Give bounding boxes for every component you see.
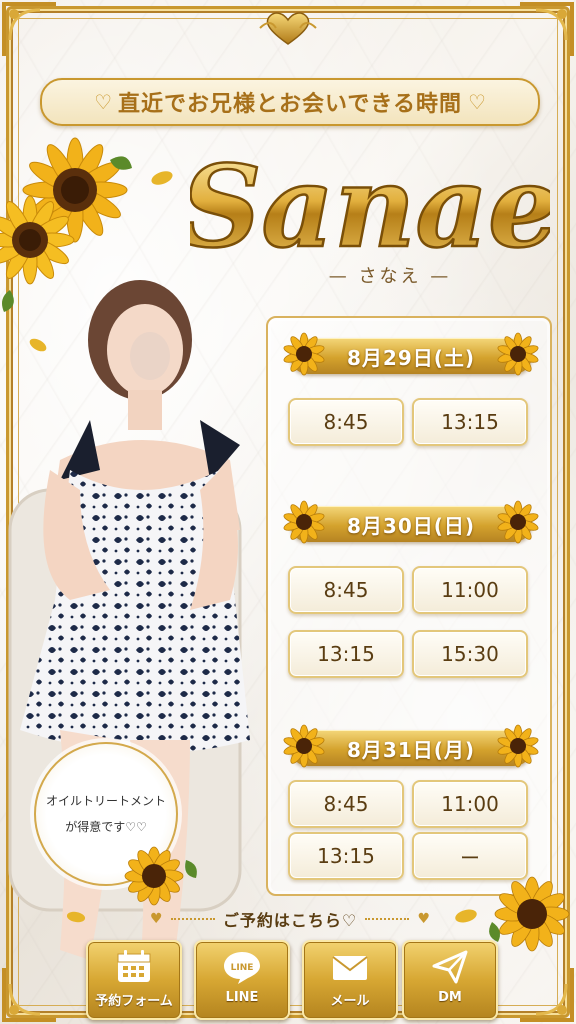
name-kana-text: さなえ: [358, 266, 422, 287]
time-slot[interactable]: 8:45: [288, 566, 404, 614]
date-label: 8月31日(月): [346, 737, 476, 762]
time-slot[interactable]: 11:00: [412, 566, 528, 614]
corner-ornament-icon: [520, 968, 574, 1022]
reserve-label: ご予約はこちら♡: [222, 911, 358, 930]
date-header: 8月30日(日): [283, 500, 539, 544]
sunflower-icon: [283, 332, 325, 376]
button-label: 予約フォーム: [95, 994, 173, 1009]
corner-ornament-icon: [520, 2, 574, 56]
time-slot[interactable]: 15:30: [412, 630, 528, 678]
svg-text:LINE: LINE: [231, 963, 254, 973]
sunflower-icon: [497, 500, 539, 544]
heart-icon: ♡: [467, 90, 486, 114]
heart-icon: ♥: [150, 911, 163, 927]
time-slot[interactable]: 13:15: [288, 630, 404, 678]
reservation-form-button[interactable]: 予約フォーム: [86, 940, 182, 1020]
time-slot[interactable]: 11:00: [412, 780, 528, 828]
date-label: 8月30日(日): [346, 513, 476, 538]
button-label: LINE: [225, 990, 259, 1005]
name-kana: — さなえ —: [328, 266, 452, 287]
sunflower-icon: [497, 332, 539, 376]
date-header: 8月29日(土): [283, 332, 539, 376]
petal-icon: [455, 909, 477, 923]
sunflower-icon: [124, 846, 197, 906]
mail-button[interactable]: メール: [302, 940, 398, 1020]
petal-icon: [66, 911, 86, 923]
sunflower-icon: [283, 724, 325, 768]
time-slot[interactable]: 13:15: [288, 832, 404, 880]
dm-button[interactable]: DM: [402, 940, 498, 1020]
button-label: メール: [330, 994, 370, 1009]
heart-icon: ♡: [94, 90, 113, 114]
name-title: Sanae: [190, 141, 550, 268]
line-button[interactable]: LINE LINE: [194, 940, 290, 1020]
time-slot[interactable]: 13:15: [412, 398, 528, 446]
time-slot[interactable]: 8:45: [288, 398, 404, 446]
sunflower-icon: [283, 500, 325, 544]
petal-icon: [29, 338, 47, 352]
date-header: 8月31日(月): [283, 724, 539, 768]
schedule-panel: 8月29日(土) 8:45 13:15 8月30日(日) 8:45 11:00 …: [266, 316, 552, 896]
calendar-icon: [117, 950, 151, 982]
petal-icon: [151, 171, 173, 185]
headline-banner: ♡ 直近でお兄様とお会いできる時間 ♡: [40, 78, 540, 126]
sunflower-icon: [497, 724, 539, 768]
time-slot[interactable]: 8:45: [288, 780, 404, 828]
send-icon: [432, 950, 468, 984]
mail-icon: [332, 956, 368, 980]
line-icon: LINE: [224, 952, 260, 984]
bubble-line-1: オイルトリートメント: [45, 794, 166, 808]
corner-ornament-icon: [2, 2, 56, 56]
name-text: Sanae: [190, 142, 550, 268]
divider: [170, 918, 215, 920]
date-label: 8月29日(土): [346, 345, 476, 370]
gold-heart-icon: [259, 12, 317, 45]
sunflower-icon: [0, 137, 132, 312]
divider: [365, 918, 410, 920]
headline-text: 直近でお兄様とお会いできる時間: [118, 92, 462, 117]
reserve-heading: ♥ ご予約はこちら♡ ♥: [150, 906, 430, 932]
button-label: DM: [438, 990, 462, 1005]
heart-icon: ♥: [417, 911, 431, 927]
bubble-line-2: が得意です♡♡: [65, 820, 147, 834]
